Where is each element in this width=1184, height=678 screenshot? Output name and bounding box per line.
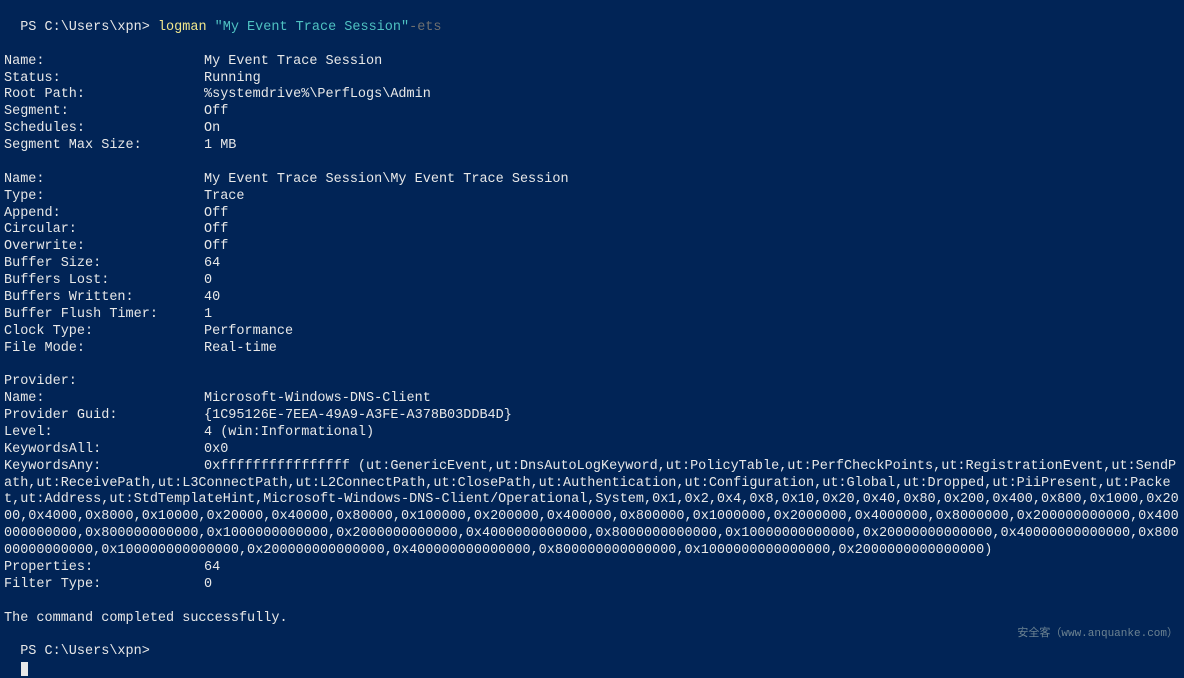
session-row: Status:Running bbox=[4, 71, 1180, 88]
session-row: Segment Max Size:1 MB bbox=[4, 138, 1180, 155]
trace-row: Overwrite:Off bbox=[4, 239, 1180, 256]
field-label: Name: bbox=[4, 172, 204, 189]
field-label: Buffer Size: bbox=[4, 256, 204, 273]
field-value: On bbox=[204, 121, 220, 138]
field-label: Overwrite: bbox=[4, 239, 204, 256]
field-label: Type: bbox=[4, 189, 204, 206]
provider-row: Provider Guid:{1C95126E-7EEA-49A9-A3FE-A… bbox=[4, 408, 1180, 425]
field-label: Level: bbox=[4, 425, 204, 442]
watermark-text: 安全客（www.anquanke.com） bbox=[1017, 628, 1178, 642]
provider-row: Properties:64 bbox=[4, 560, 1180, 577]
keywords-any-row: KeywordsAny:0xffffffffffffffff (ut:Gener… bbox=[4, 459, 1180, 560]
provider-row: Filter Type:0 bbox=[4, 577, 1180, 594]
blank-line bbox=[4, 37, 1180, 54]
session-row: Segment:Off bbox=[4, 104, 1180, 121]
session-block: Name:My Event Trace SessionStatus:Runnin… bbox=[4, 54, 1180, 155]
field-value: Real-time bbox=[204, 341, 277, 358]
trace-row: Buffer Flush Timer:1 bbox=[4, 307, 1180, 324]
field-label: Circular: bbox=[4, 222, 204, 239]
field-label: File Mode: bbox=[4, 341, 204, 358]
field-value: My Event Trace Session bbox=[204, 54, 382, 71]
field-label: Segment: bbox=[4, 104, 204, 121]
field-value: Running bbox=[204, 71, 261, 88]
field-value: Off bbox=[204, 239, 228, 256]
field-label: Status: bbox=[4, 71, 204, 88]
trace-row: File Mode:Real-time bbox=[4, 341, 1180, 358]
session-row: Schedules:On bbox=[4, 121, 1180, 138]
provider-row: KeywordsAll:0x0 bbox=[4, 442, 1180, 459]
prompt-line-2[interactable]: PS C:\Users\xpn> bbox=[4, 627, 1180, 678]
field-value: Off bbox=[204, 206, 228, 223]
field-label: Segment Max Size: bbox=[4, 138, 204, 155]
trace-row: Buffers Written:40 bbox=[4, 290, 1180, 307]
field-value: 0x0 bbox=[204, 442, 228, 459]
field-label: Properties: bbox=[4, 560, 204, 577]
blank-line bbox=[4, 155, 1180, 172]
field-value: 40 bbox=[204, 290, 220, 307]
trace-row: Name:My Event Trace Session\My Event Tra… bbox=[4, 172, 1180, 189]
cmd-arg-rest: -ets bbox=[409, 20, 441, 35]
field-label: Name: bbox=[4, 54, 204, 71]
ps-prompt-prefix: PS C:\Users\xpn> bbox=[20, 20, 158, 35]
provider-fixed-block: Name:Microsoft-Windows-DNS-ClientProvide… bbox=[4, 391, 1180, 459]
trace-block: Name:My Event Trace Session\My Event Tra… bbox=[4, 172, 1180, 358]
provider-header: Provider: bbox=[4, 374, 1180, 391]
field-value: 1 MB bbox=[204, 138, 236, 155]
session-row: Root Path:%systemdrive%\PerfLogs\Admin bbox=[4, 87, 1180, 104]
trace-row: Circular:Off bbox=[4, 222, 1180, 239]
field-value: 64 bbox=[204, 256, 220, 273]
trace-row: Buffer Size:64 bbox=[4, 256, 1180, 273]
blank-line bbox=[4, 594, 1180, 611]
field-label: Clock Type: bbox=[4, 324, 204, 341]
ps-prompt-prefix: PS C:\Users\xpn> bbox=[20, 644, 150, 659]
session-row: Name:My Event Trace Session bbox=[4, 54, 1180, 71]
trace-row: Type:Trace bbox=[4, 189, 1180, 206]
field-label: Root Path: bbox=[4, 87, 204, 104]
completion-message: The command completed successfully. bbox=[4, 611, 1180, 628]
field-value: 0 bbox=[204, 273, 212, 290]
cmd-name: logman bbox=[158, 20, 215, 35]
field-value: My Event Trace Session\My Event Trace Se… bbox=[204, 172, 569, 189]
trace-row: Buffers Lost:0 bbox=[4, 273, 1180, 290]
provider-row: Level:4 (win:Informational) bbox=[4, 425, 1180, 442]
blank-line bbox=[4, 357, 1180, 374]
field-value: Performance bbox=[204, 324, 293, 341]
field-label: Buffers Lost: bbox=[4, 273, 204, 290]
trace-row: Append:Off bbox=[4, 206, 1180, 223]
field-value: Microsoft-Windows-DNS-Client bbox=[204, 391, 431, 408]
cursor bbox=[21, 662, 28, 676]
field-label: Filter Type: bbox=[4, 577, 204, 594]
field-label: KeywordsAll: bbox=[4, 442, 204, 459]
field-label: Schedules: bbox=[4, 121, 204, 138]
field-value: {1C95126E-7EEA-49A9-A3FE-A378B03DDB4D} bbox=[204, 408, 512, 425]
field-value: 1 bbox=[204, 307, 212, 324]
field-value: 0 bbox=[204, 577, 212, 594]
cmd-arg-quoted: "My Event Trace Session" bbox=[215, 20, 409, 35]
field-value: Trace bbox=[204, 189, 245, 206]
prompt-line-1[interactable]: PS C:\Users\xpn> logman "My Event Trace … bbox=[4, 3, 1180, 37]
field-value: %systemdrive%\PerfLogs\Admin bbox=[204, 87, 431, 104]
field-label: Buffers Written: bbox=[4, 290, 204, 307]
field-label: Name: bbox=[4, 391, 204, 408]
provider-tail-block: Properties:64Filter Type:0 bbox=[4, 560, 1180, 594]
field-label: Provider Guid: bbox=[4, 408, 204, 425]
keywords-any-label: KeywordsAny: bbox=[4, 459, 204, 476]
field-value: Off bbox=[204, 104, 228, 121]
field-label: Buffer Flush Timer: bbox=[4, 307, 204, 324]
field-value: Off bbox=[204, 222, 228, 239]
field-value: 4 (win:Informational) bbox=[204, 425, 374, 442]
field-value: 64 bbox=[204, 560, 220, 577]
trace-row: Clock Type:Performance bbox=[4, 324, 1180, 341]
provider-row: Name:Microsoft-Windows-DNS-Client bbox=[4, 391, 1180, 408]
field-label: Append: bbox=[4, 206, 204, 223]
